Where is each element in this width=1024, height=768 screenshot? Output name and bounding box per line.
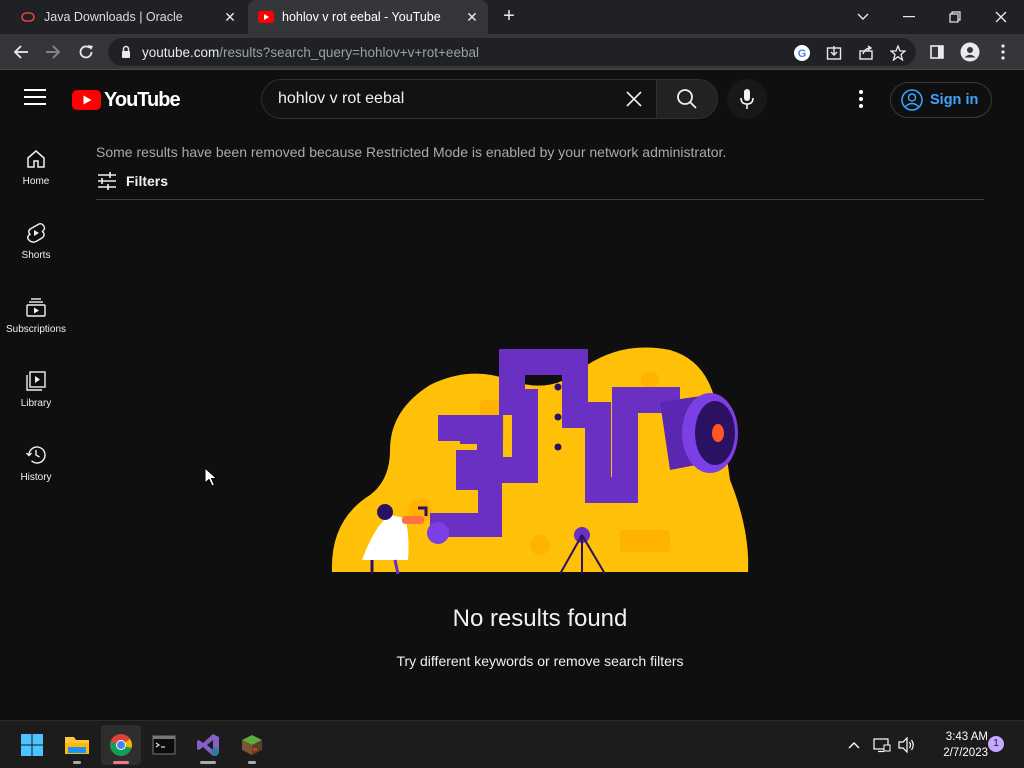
voice-search-button[interactable]: [727, 79, 767, 119]
shorts-icon: [27, 222, 46, 243]
filters-label: Filters: [126, 173, 169, 189]
no-results-hint: Try different keywords or remove search …: [396, 653, 684, 669]
taskbar-visual-studio[interactable]: [188, 725, 228, 765]
home-icon: [27, 150, 45, 168]
chrome-icon: [110, 734, 132, 756]
youtube-logo[interactable]: YouTube: [72, 88, 181, 112]
network-icon[interactable]: [870, 725, 894, 765]
history-icon: [26, 446, 46, 464]
tab-title: Java Downloads | Oracle: [44, 10, 183, 24]
no-results-title: No results found: [452, 605, 628, 632]
notification-badge[interactable]: 1: [988, 736, 1004, 752]
nav-label: Shorts: [21, 250, 51, 261]
show-hidden-icons-chevron-icon[interactable]: [842, 725, 866, 765]
tab-youtube[interactable]: hohlov v rot eebal - YouTube ✕: [248, 0, 488, 34]
restore-button[interactable]: [932, 0, 978, 34]
microphone-icon: [740, 89, 754, 109]
browser-toolbar: youtube.com/results?search_query=hohlov+…: [0, 34, 1024, 70]
start-icon: [21, 734, 43, 756]
youtube-favicon-icon: [258, 9, 274, 25]
oracle-favicon-icon: [20, 9, 36, 25]
nav-label: Subscriptions: [5, 324, 67, 335]
nav-item-subscriptions[interactable]: Subscriptions: [0, 288, 72, 358]
side-panel-icon[interactable]: [924, 39, 950, 65]
back-button[interactable]: [8, 39, 34, 65]
nav-label: Library: [20, 398, 52, 409]
windows-taskbar: 3:43 AM 2/7/2023: [0, 720, 1024, 768]
filters-icon: [98, 172, 116, 190]
bookmark-star-icon[interactable]: [888, 43, 908, 63]
nav-item-history[interactable]: History: [0, 436, 72, 506]
profile-icon[interactable]: [957, 39, 983, 65]
filters-button[interactable]: Filters: [96, 170, 168, 192]
minecraft-icon: [242, 735, 262, 755]
nav-item-home[interactable]: Home: [0, 140, 72, 210]
svg-text:G: G: [798, 48, 807, 60]
reload-button[interactable]: [73, 39, 99, 65]
youtube-logo-text: YouTube: [104, 88, 181, 111]
nav-item-library[interactable]: Library: [0, 362, 72, 432]
clock-time: 3:43 AM: [945, 731, 988, 743]
account-icon: [901, 89, 923, 111]
close-tab-icon[interactable]: ✕: [464, 9, 480, 25]
nav-label: History: [20, 472, 52, 483]
url-text[interactable]: youtube.com/results?search_query=hohlov+…: [142, 45, 479, 60]
terminal-icon: [152, 735, 176, 755]
close-window-button[interactable]: [978, 0, 1024, 34]
minimize-button[interactable]: [886, 0, 932, 34]
menu-icon[interactable]: [24, 89, 46, 109]
close-tab-icon[interactable]: ✕: [222, 9, 238, 25]
search-button[interactable]: [656, 79, 718, 119]
sign-in-button[interactable]: Sign in: [890, 82, 992, 118]
browser-tab-bar: Java Downloads | Oracle ✕ hohlov v rot e…: [0, 0, 1024, 34]
new-tab-button[interactable]: +: [498, 6, 520, 28]
tab-oracle[interactable]: Java Downloads | Oracle ✕: [12, 0, 246, 34]
subscriptions-icon: [26, 298, 46, 317]
sign-in-label: Sign in: [930, 92, 979, 108]
tab-title: hohlov v rot eebal - YouTube: [282, 10, 441, 24]
divider: [96, 199, 984, 200]
volume-icon[interactable]: [895, 725, 919, 765]
taskbar-chrome[interactable]: [101, 725, 141, 765]
taskbar-minecraft[interactable]: [232, 725, 272, 765]
search-input[interactable]: [278, 80, 618, 118]
browser-menu-icon[interactable]: [990, 39, 1016, 65]
forward-button[interactable]: [40, 39, 66, 65]
no-results-illustration: [331, 347, 749, 575]
clock-date: 2/7/2023: [943, 747, 988, 759]
tab-search-chevron-icon[interactable]: [840, 0, 886, 34]
taskbar-file-explorer[interactable]: [57, 725, 97, 765]
visual-studio-icon: [197, 734, 219, 756]
clock[interactable]: 3:43 AM 2/7/2023: [926, 729, 988, 761]
mouse-cursor-icon: [204, 467, 218, 487]
nav-item-shorts[interactable]: Shorts: [0, 214, 72, 284]
start-button[interactable]: [12, 725, 52, 765]
youtube-header: YouTube Sign in: [0, 70, 1024, 128]
library-icon: [26, 371, 46, 391]
settings-more-icon[interactable]: [849, 87, 873, 111]
install-app-icon[interactable]: [824, 43, 844, 63]
address-bar[interactable]: youtube.com/results?search_query=hohlov+…: [108, 38, 916, 66]
search-icon: [677, 89, 697, 109]
file-explorer-icon: [65, 737, 89, 754]
nav-label: Home: [22, 176, 50, 187]
youtube-play-logo-icon: [72, 90, 101, 110]
lock-icon: [118, 44, 134, 60]
search-box: [261, 79, 657, 119]
clear-search-icon[interactable]: [624, 89, 644, 109]
taskbar-terminal[interactable]: [144, 725, 184, 765]
share-icon[interactable]: [856, 43, 876, 63]
google-lens-icon[interactable]: G: [792, 43, 812, 63]
restricted-mode-message: Some results have been removed because R…: [96, 144, 727, 160]
